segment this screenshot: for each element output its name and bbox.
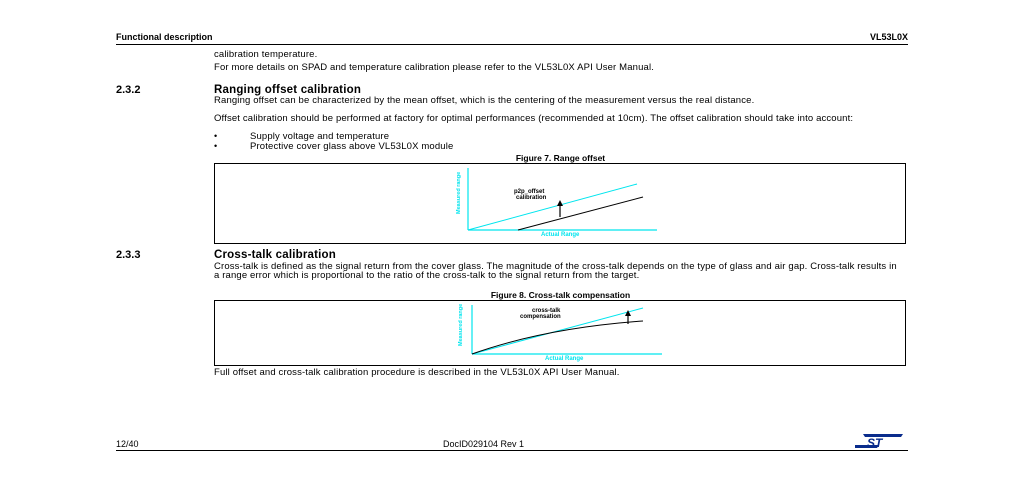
- annotation-line2: compensation: [520, 314, 561, 320]
- section-title-cross-talk: Cross-talk calibration: [214, 249, 336, 261]
- st-logo: ST: [855, 434, 903, 450]
- page-number: 12/40: [116, 439, 139, 449]
- figure-8-caption: Figure 8. Cross-talk compensation: [490, 290, 631, 300]
- figure-8-diagram: cross-talk compensation Actual Range Mea…: [458, 304, 662, 362]
- x-axis-label: Actual Range: [545, 356, 584, 362]
- figure-8-cross-talk-compensation: cross-talk compensation Actual Range Mea…: [214, 300, 906, 366]
- y-axis-label: Measured range: [456, 172, 462, 214]
- header-product-name: VL53L0X: [869, 32, 908, 42]
- x-axis-label: Actual Range: [541, 232, 580, 238]
- figure-7-diagram: p2p_offset calibration Actual Range Meas…: [456, 168, 657, 238]
- ranging-offset-paragraph-2: Offset calibration should be performed a…: [214, 113, 854, 124]
- cross-talk-paragraph: Cross-talk is defined as the signal retu…: [214, 261, 897, 281]
- y-axis-label: Measured range: [458, 304, 464, 346]
- figure-7-range-offset: p2p_offset calibration Actual Range Meas…: [214, 163, 906, 244]
- figure-7-caption: Figure 7. Range offset: [515, 153, 606, 163]
- measured-range-curve: [471, 320, 644, 355]
- st-logo-icon: ST: [855, 434, 903, 450]
- closing-paragraph: Full offset and cross-talk calibration p…: [214, 367, 620, 378]
- header-section-title: Functional description: [116, 32, 213, 42]
- bullet-item-cover-glass: Protective cover glass above VL53L0X mod…: [250, 141, 454, 152]
- intro-line: calibration temperature.: [214, 49, 318, 60]
- arrow-up-icon: [557, 200, 563, 206]
- footer-rule: [116, 450, 908, 451]
- section-number-2-3-3: 2.3.3: [116, 249, 141, 261]
- ranging-offset-paragraph-1: Ranging offset can be characterized by t…: [214, 95, 755, 106]
- ideal-range-line: [467, 183, 638, 231]
- annotation-line2: calibration: [516, 195, 547, 201]
- section-number-2-3-2: 2.3.2: [116, 84, 141, 96]
- header-rule: [116, 44, 908, 45]
- document-id: DocID029104 Rev 1: [443, 439, 525, 449]
- intro-paragraph: For more details on SPAD and temperature…: [214, 62, 654, 73]
- bullet-marker: •: [214, 141, 218, 151]
- measured-range-line: [517, 196, 644, 231]
- bullet-marker: •: [214, 131, 218, 141]
